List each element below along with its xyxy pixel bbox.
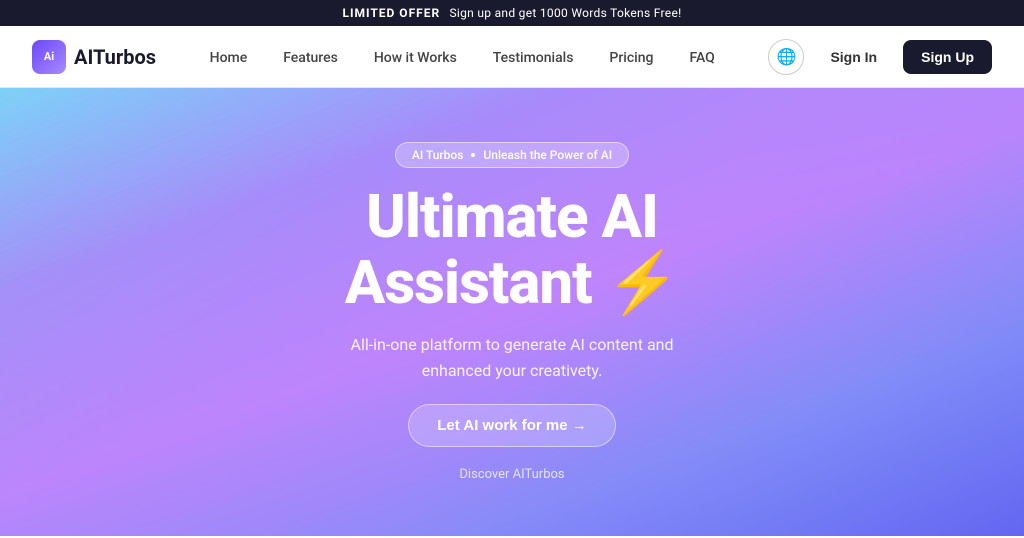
nav-item-pricing[interactable]: Pricing — [609, 47, 653, 66]
nav-link-pricing[interactable]: Pricing — [609, 50, 653, 66]
logo-text: AITurbos — [74, 45, 156, 69]
hero-badge: AI Turbos Unleash the Power of AI — [395, 142, 629, 168]
badge-tagline: Unleash the Power of AI — [483, 148, 612, 162]
nav-item-faq[interactable]: FAQ — [689, 47, 714, 66]
language-button[interactable]: 🌐 — [768, 39, 804, 75]
announcement-text: Sign up and get 1000 Words Tokens Free! — [449, 6, 681, 20]
signup-button[interactable]: Sign Up — [903, 40, 992, 74]
nav-link-how-it-works[interactable]: How it Works — [374, 50, 457, 66]
hero-title-line2: Assistant ⚡ — [345, 250, 680, 316]
hero-section: AI Turbos Unleash the Power of AI Ultima… — [0, 88, 1024, 536]
logo-icon: Ai — [32, 40, 66, 74]
badge-dot — [471, 153, 475, 157]
nav-link-features[interactable]: Features — [283, 50, 338, 66]
nav-link-testimonials[interactable]: Testimonials — [493, 50, 574, 66]
badge-text: AI Turbos — [412, 148, 464, 162]
hero-content: AI Turbos Unleash the Power of AI Ultima… — [322, 142, 702, 481]
nav-link-home[interactable]: Home — [210, 50, 248, 66]
nav-item-testimonials[interactable]: Testimonials — [493, 47, 574, 66]
hero-title: Ultimate AI Assistant ⚡ — [345, 184, 680, 316]
nav-item-how-it-works[interactable]: How it Works — [374, 47, 457, 66]
nav-item-features[interactable]: Features — [283, 47, 338, 66]
hero-subtitle: All-in-one platform to generate AI conte… — [322, 332, 702, 383]
globe-icon: 🌐 — [776, 47, 796, 67]
nav-actions: 🌐 Sign In Sign Up — [768, 39, 992, 75]
announcement-bar: LIMITED OFFER Sign up and get 1000 Words… — [0, 0, 1024, 26]
cta-button[interactable]: Let AI work for me → — [408, 404, 615, 447]
offer-label: LIMITED OFFER — [342, 6, 440, 20]
signin-button[interactable]: Sign In — [816, 41, 891, 73]
nav-links: Home Features How it Works Testimonials … — [210, 47, 715, 66]
nav-item-home[interactable]: Home — [210, 47, 248, 66]
navbar: Ai AITurbos Home Features How it Works T… — [0, 26, 1024, 88]
logo-area: Ai AITurbos — [32, 40, 156, 74]
nav-link-faq[interactable]: FAQ — [689, 50, 714, 66]
discover-link[interactable]: Discover AITurbos — [459, 467, 564, 482]
hero-title-line1: Ultimate AI — [345, 184, 680, 250]
